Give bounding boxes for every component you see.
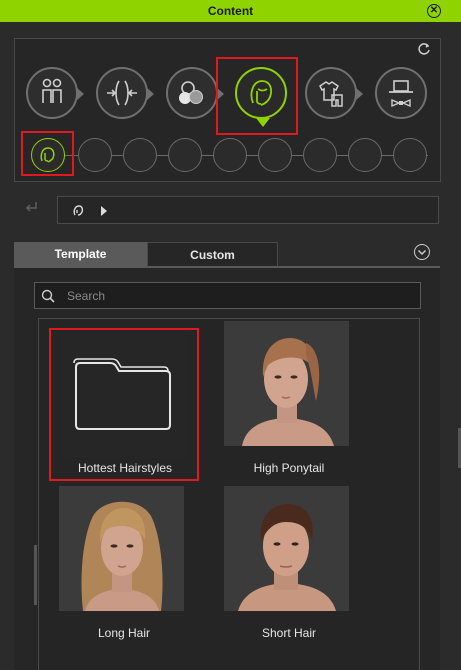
morph-category-button[interactable]: [96, 67, 154, 119]
subcategory-slot[interactable]: [123, 138, 157, 172]
selected-category-highlight: [216, 57, 298, 135]
material-category-button[interactable]: [166, 67, 224, 119]
hair-breadcrumb-icon[interactable]: [71, 204, 85, 218]
hair-thumbnail: [224, 486, 349, 611]
tab-custom[interactable]: Custom: [147, 242, 278, 266]
morph-icon: [107, 80, 137, 106]
item-label: High Ponytail: [253, 461, 325, 475]
refresh-icon[interactable]: [416, 41, 432, 57]
subcategory-slot[interactable]: [168, 138, 202, 172]
body-icon: [42, 78, 62, 103]
tab-template[interactable]: Template: [14, 242, 147, 266]
material-icon: [179, 81, 203, 104]
search-icon: [41, 289, 55, 303]
clothing-category-button[interactable]: [305, 67, 363, 119]
close-icon[interactable]: ✕: [427, 4, 441, 18]
chevron-down-icon[interactable]: [414, 244, 430, 260]
window-title: Content: [207, 4, 254, 18]
subcategory-slot[interactable]: [258, 138, 292, 172]
subcategory-slot[interactable]: [393, 138, 427, 172]
long-hair-avatar-image: [59, 486, 184, 611]
breadcrumb-chevron-icon[interactable]: [100, 206, 108, 216]
body-category-button[interactable]: [26, 67, 84, 119]
subcategory-slot[interactable]: [78, 138, 112, 172]
selected-item-highlight: [49, 328, 199, 481]
back-arrow-icon[interactable]: [22, 198, 40, 216]
selected-subcategory-highlight: [21, 131, 74, 176]
ponytail-avatar-image: [224, 321, 349, 446]
subcategory-slot[interactable]: [213, 138, 247, 172]
item-label: Long Hair: [97, 626, 151, 640]
breadcrumb: [57, 196, 439, 224]
subcategory-slot[interactable]: [303, 138, 337, 172]
accessory-icon: [389, 80, 413, 108]
title-bar: Content ✕: [0, 0, 461, 22]
subcategory-slot[interactable]: [348, 138, 382, 172]
item-label: Short Hair: [261, 626, 317, 640]
search-input[interactable]: [65, 285, 409, 307]
hair-thumbnail: [59, 486, 184, 611]
hair-thumbnail: [224, 321, 349, 446]
search-box[interactable]: [34, 282, 421, 309]
accessory-category-button[interactable]: [375, 67, 427, 119]
clothing-icon: [319, 81, 343, 107]
grid-resize-grip[interactable]: [34, 545, 37, 605]
short-hair-avatar-image: [224, 486, 349, 611]
